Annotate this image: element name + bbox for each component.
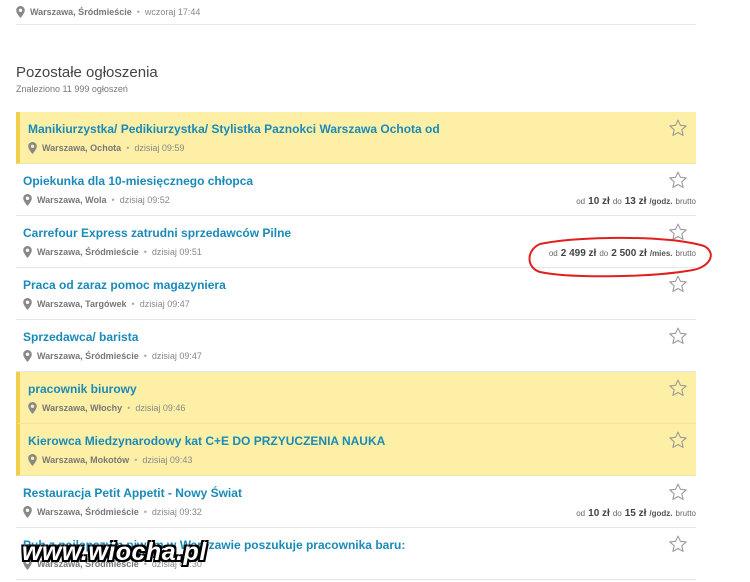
salary-to-value: 13 zł [624, 196, 647, 207]
salary-from-value: 10 zł [588, 508, 610, 519]
listing-location: Warszawa, Śródmieście [37, 507, 139, 517]
salary-to-value: 2 500 zł [611, 248, 647, 259]
location-pin-icon [28, 454, 37, 466]
listing-meta: Warszawa, Włochy • dzisiaj 09:46 [28, 402, 185, 414]
listing-meta: Warszawa, Mokotów • dzisiaj 09:43 [28, 454, 192, 466]
salary-to-label: do [612, 509, 622, 518]
listing-time: dzisiaj 09:43 [142, 455, 193, 465]
listing-title-link[interactable]: Sprzedawca/ barista [23, 330, 138, 344]
listing-time: dzisiaj 09:59 [134, 143, 185, 153]
listing-item[interactable]: Opiekunka dla 10-miesięcznego chłopca War… [16, 164, 696, 216]
listing-item[interactable]: Manikiurzystka/ Pedikiurzystka/ Stylistk… [16, 112, 696, 164]
listings-list: Manikiurzystka/ Pedikiurzystka/ Stylistk… [16, 112, 696, 580]
salary-range: od 10 zł do 15 zł/godz. brutto [576, 508, 696, 519]
separator-dot: • [143, 507, 147, 517]
location-pin-icon [28, 142, 37, 154]
salary-range: od 10 zł do 13 zł/godz. brutto [576, 196, 696, 207]
listing-meta: Warszawa, Śródmieście • dzisiaj 09:32 [23, 506, 202, 518]
listing-item[interactable]: Carrefour Express zatrudni sprzedawców P… [16, 216, 696, 268]
listing-time: dzisiaj 09:52 [119, 195, 170, 205]
separator-dot: • [126, 143, 130, 153]
listing-item[interactable]: Restauracja Petit Appetit - Nowy Świat Wa… [16, 476, 696, 528]
listing-item[interactable]: Praca od zaraz pomoc magazyniera Warszawa… [16, 268, 696, 320]
listing-meta: Warszawa, Wola • dzisiaj 09:52 [23, 194, 170, 206]
listing-location: Warszawa, Ochota [42, 143, 122, 153]
listing-meta: Warszawa, Targówek • dzisiaj 09:47 [23, 298, 190, 310]
listing-time: dzisiaj 09:47 [139, 299, 190, 309]
location-pin-icon [23, 506, 32, 518]
listing-title-link[interactable]: pracownik biurowy [28, 382, 137, 396]
listing-time: dzisiaj 09:32 [151, 507, 202, 517]
separator-dot: • [134, 455, 138, 465]
salary-unit: /godz. [649, 509, 673, 518]
location-pin-icon [23, 298, 32, 310]
listing-location: Warszawa, Włochy [42, 403, 123, 413]
listing-meta: Warszawa, Śródmieście • wczoraj 17:44 [16, 6, 200, 18]
listing-meta: Warszawa, Śródmieście • dzisiaj 09:47 [23, 350, 202, 362]
location-pin-icon [16, 6, 25, 18]
favorite-star-icon[interactable] [668, 482, 688, 502]
listing-location: Warszawa, Śródmieście [37, 247, 139, 257]
salary-from-value: 2 499 zł [560, 248, 597, 259]
salary-from-label: od [548, 249, 558, 258]
listing-title-link[interactable]: Kierowca Miedzynarodowy kat C+E DO PRZYU… [28, 434, 385, 448]
listing-location: Warszawa, Wola [37, 195, 107, 205]
location-pin-icon [28, 402, 37, 414]
location-pin-icon [23, 350, 32, 362]
salary-type: brutto [675, 249, 696, 258]
listing-title-link[interactable]: Praca od zaraz pomoc magazyniera [23, 278, 226, 292]
salary-to-label: do [612, 197, 622, 206]
salary-to-value: 15 zł [624, 508, 647, 519]
listing-item[interactable]: Kierowca Miedzynarodowy kat C+E DO PRZYU… [16, 424, 696, 476]
location-pin-icon [23, 194, 32, 206]
listing-time: wczoraj 17:44 [144, 7, 201, 17]
listing-location: Warszawa, Śródmieście [30, 7, 132, 17]
salary-unit: /mies. [649, 249, 673, 258]
salary-from-label: od [576, 197, 586, 206]
listing-time: dzisiaj 09:51 [151, 247, 202, 257]
listing-meta: Warszawa, Ochota • dzisiaj 09:59 [28, 142, 184, 154]
listing-time: dzisiaj 09:47 [151, 351, 202, 361]
favorite-star-icon[interactable] [668, 378, 688, 398]
separator-dot: • [143, 351, 147, 361]
salary-from-label: od [576, 509, 586, 518]
listing-title-link[interactable]: Carrefour Express zatrudni sprzedawców P… [23, 226, 291, 240]
separator-dot: • [127, 403, 131, 413]
salary-from-value: 10 zł [588, 196, 610, 207]
salary-type: brutto [675, 509, 696, 518]
favorite-star-icon[interactable] [668, 430, 688, 450]
listing-title-link[interactable]: Opiekunka dla 10-miesięcznego chłopca [23, 174, 253, 188]
location-pin-icon [23, 246, 32, 258]
salary-to-label: do [599, 249, 609, 258]
separator-dot: • [131, 299, 135, 309]
listing-item[interactable]: pracownik biurowy Warszawa, Włochy • dzisia… [16, 372, 696, 424]
favorite-star-icon[interactable] [668, 118, 688, 138]
favorite-star-icon[interactable] [668, 274, 688, 294]
salary-unit: /godz. [649, 197, 673, 206]
listing-time: dzisiaj 09:46 [135, 403, 186, 413]
results-count: Znaleziono 11 999 ogłoszeń [16, 84, 128, 94]
previous-listing-meta: Warszawa, Śródmieście • wczoraj 17:44 [16, 0, 696, 25]
favorite-star-icon[interactable] [668, 534, 688, 554]
listing-title-link[interactable]: Restauracja Petit Appetit - Nowy Świat [23, 486, 242, 500]
salary-range: od 2 499 zł do 2 500 zł/mies. brutto [549, 248, 696, 259]
favorite-star-icon[interactable] [668, 326, 688, 346]
listing-location: Warszawa, Targówek [37, 299, 127, 309]
favorite-star-icon[interactable] [668, 222, 688, 242]
watermark: www.wiocha.pl [22, 538, 207, 566]
listing-meta: Warszawa, Śródmieście • dzisiaj 09:51 [23, 246, 202, 258]
listing-item[interactable]: Sprzedawca/ barista Warszawa, Śródmieście… [16, 320, 696, 372]
favorite-star-icon[interactable] [668, 170, 688, 190]
listing-title-link[interactable]: Manikiurzystka/ Pedikiurzystka/ Stylistk… [28, 122, 440, 136]
salary-type: brutto [675, 197, 696, 206]
separator-dot: • [111, 195, 115, 205]
listing-location: Warszawa, Mokotów [42, 455, 130, 465]
separator-dot: • [143, 247, 147, 257]
section-title: Pozostałe ogłoszenia [16, 64, 158, 81]
separator-dot: • [136, 7, 140, 17]
listing-location: Warszawa, Śródmieście [37, 351, 139, 361]
